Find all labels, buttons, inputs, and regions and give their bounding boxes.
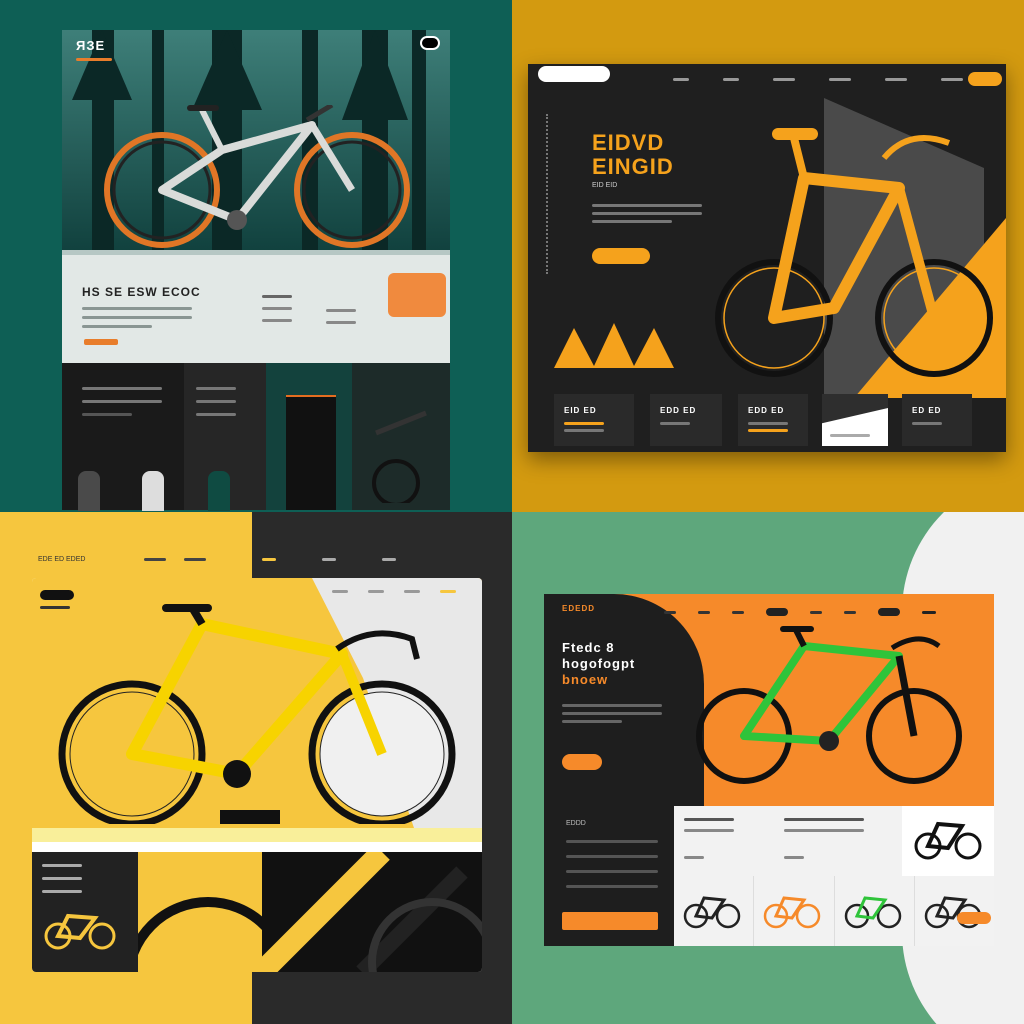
page-frame — [32, 578, 482, 972]
list-item[interactable] — [566, 855, 658, 858]
list-item[interactable] — [566, 840, 658, 843]
panel-forest-bike: ЯЗЕ HS SE ESW ECOC — [0, 0, 512, 512]
nav-item[interactable] — [144, 558, 166, 561]
buy-now-button[interactable] — [562, 912, 658, 930]
list-item[interactable] — [566, 885, 658, 888]
product-grid — [62, 363, 450, 511]
page-frame: EIDVD EINGID EID EID EID ED EDD ED EDD E… — [528, 64, 1006, 452]
hero-bike-graphic — [554, 98, 1006, 398]
product-image-2[interactable] — [366, 403, 446, 503]
top-nav — [664, 608, 984, 616]
nav-item[interactable] — [844, 610, 856, 614]
panel-orange-green-bike: EDEDD Ftedc 8 hogofogpt bnoew EDDD — [512, 512, 1024, 1024]
card-title: EDD ED — [660, 406, 697, 415]
feature-card-2[interactable]: EDD ED — [650, 394, 722, 446]
nav-item[interactable] — [322, 558, 336, 561]
nav-item[interactable] — [698, 610, 710, 614]
hero-forest: ЯЗЕ — [62, 30, 450, 255]
nav-item-active[interactable] — [766, 608, 788, 616]
bike-illustration — [58, 604, 456, 824]
feature-card-3[interactable]: EDD ED — [738, 394, 808, 446]
page-frame: EDEDD Ftedc 8 hogofogpt bnoew EDDD — [544, 594, 994, 946]
page-frame: ЯЗЕ HS SE ESW ECOC — [62, 30, 450, 511]
side-indicator — [546, 114, 548, 274]
nav-item[interactable] — [829, 78, 851, 81]
nav-item[interactable] — [184, 558, 206, 561]
nav-item[interactable] — [885, 78, 907, 81]
nav-item[interactable] — [941, 78, 963, 81]
product-card[interactable] — [835, 876, 915, 946]
featured-bike-thumb[interactable] — [902, 806, 994, 876]
cta-card[interactable] — [388, 273, 446, 317]
menu-toggle-button[interactable] — [420, 36, 440, 50]
closeup-1 — [138, 852, 262, 972]
thumb-bike[interactable] — [40, 910, 120, 950]
logo-pill[interactable] — [40, 590, 74, 600]
nav-item[interactable] — [810, 610, 822, 614]
panel-yellow-bike: EDE ED EDED — [0, 512, 512, 1024]
product-card[interactable] — [915, 876, 994, 946]
headline-1: Ftedc 8 — [562, 640, 615, 655]
feature-card-5[interactable]: ED ED — [902, 394, 972, 446]
nav-item[interactable] — [723, 78, 739, 81]
nav-item[interactable] — [773, 78, 795, 81]
headline-3: bnoew — [562, 672, 609, 687]
nav-item[interactable] — [262, 558, 276, 561]
stand-block — [220, 810, 280, 824]
list-header: EDDD — [566, 820, 586, 827]
nav-accent-bar — [76, 58, 112, 61]
nav-item[interactable] — [332, 590, 348, 593]
login-button[interactable] — [878, 608, 900, 616]
logo-pill[interactable] — [538, 66, 610, 82]
logo: EDEDD — [562, 604, 596, 613]
nav-item[interactable] — [368, 590, 384, 593]
spec-list — [566, 840, 658, 888]
product-card[interactable] — [674, 876, 755, 946]
headline: HS SE ESW ECOC — [82, 285, 201, 299]
nav-item[interactable] — [440, 590, 456, 593]
add-to-cart-button[interactable] — [956, 912, 991, 924]
nav-item[interactable] — [382, 558, 396, 561]
card-title: ED ED — [912, 406, 942, 415]
nav-item[interactable] — [664, 610, 676, 614]
product-section — [674, 806, 994, 946]
cart-icon[interactable] — [922, 610, 936, 614]
headline-2: hogofogpt — [562, 656, 636, 671]
top-nav-dark — [262, 558, 482, 561]
feature-card-4[interactable] — [822, 394, 888, 446]
side-panel — [32, 852, 138, 972]
read-more-button[interactable] — [84, 339, 118, 345]
bike-illustration — [696, 626, 962, 784]
card-title: EDD ED — [748, 406, 785, 415]
feature-card-1[interactable]: EID ED — [554, 394, 634, 446]
card-title: EID ED — [564, 406, 597, 415]
logo: ЯЗЕ — [76, 38, 106, 53]
bike-illustration — [104, 105, 410, 248]
closeup-2 — [262, 852, 482, 972]
hero-cta-button[interactable] — [562, 754, 602, 770]
nav-item[interactable] — [404, 590, 420, 593]
list-item[interactable] — [566, 870, 658, 873]
info-section: HS SE ESW ECOC — [62, 255, 450, 363]
product-row — [674, 876, 994, 946]
nav-item[interactable] — [673, 78, 689, 81]
nav-item[interactable] — [732, 610, 744, 614]
nav-cta-button[interactable] — [968, 72, 1002, 86]
top-nav-label: EDE ED EDED — [38, 556, 86, 563]
top-nav — [144, 558, 244, 561]
product-card[interactable] — [754, 876, 835, 946]
product-image-1[interactable] — [286, 395, 336, 510]
panel-dark-orange-bike: EIDVD EINGID EID EID EID ED EDD ED EDD E… — [512, 0, 1024, 512]
top-nav — [673, 78, 973, 81]
